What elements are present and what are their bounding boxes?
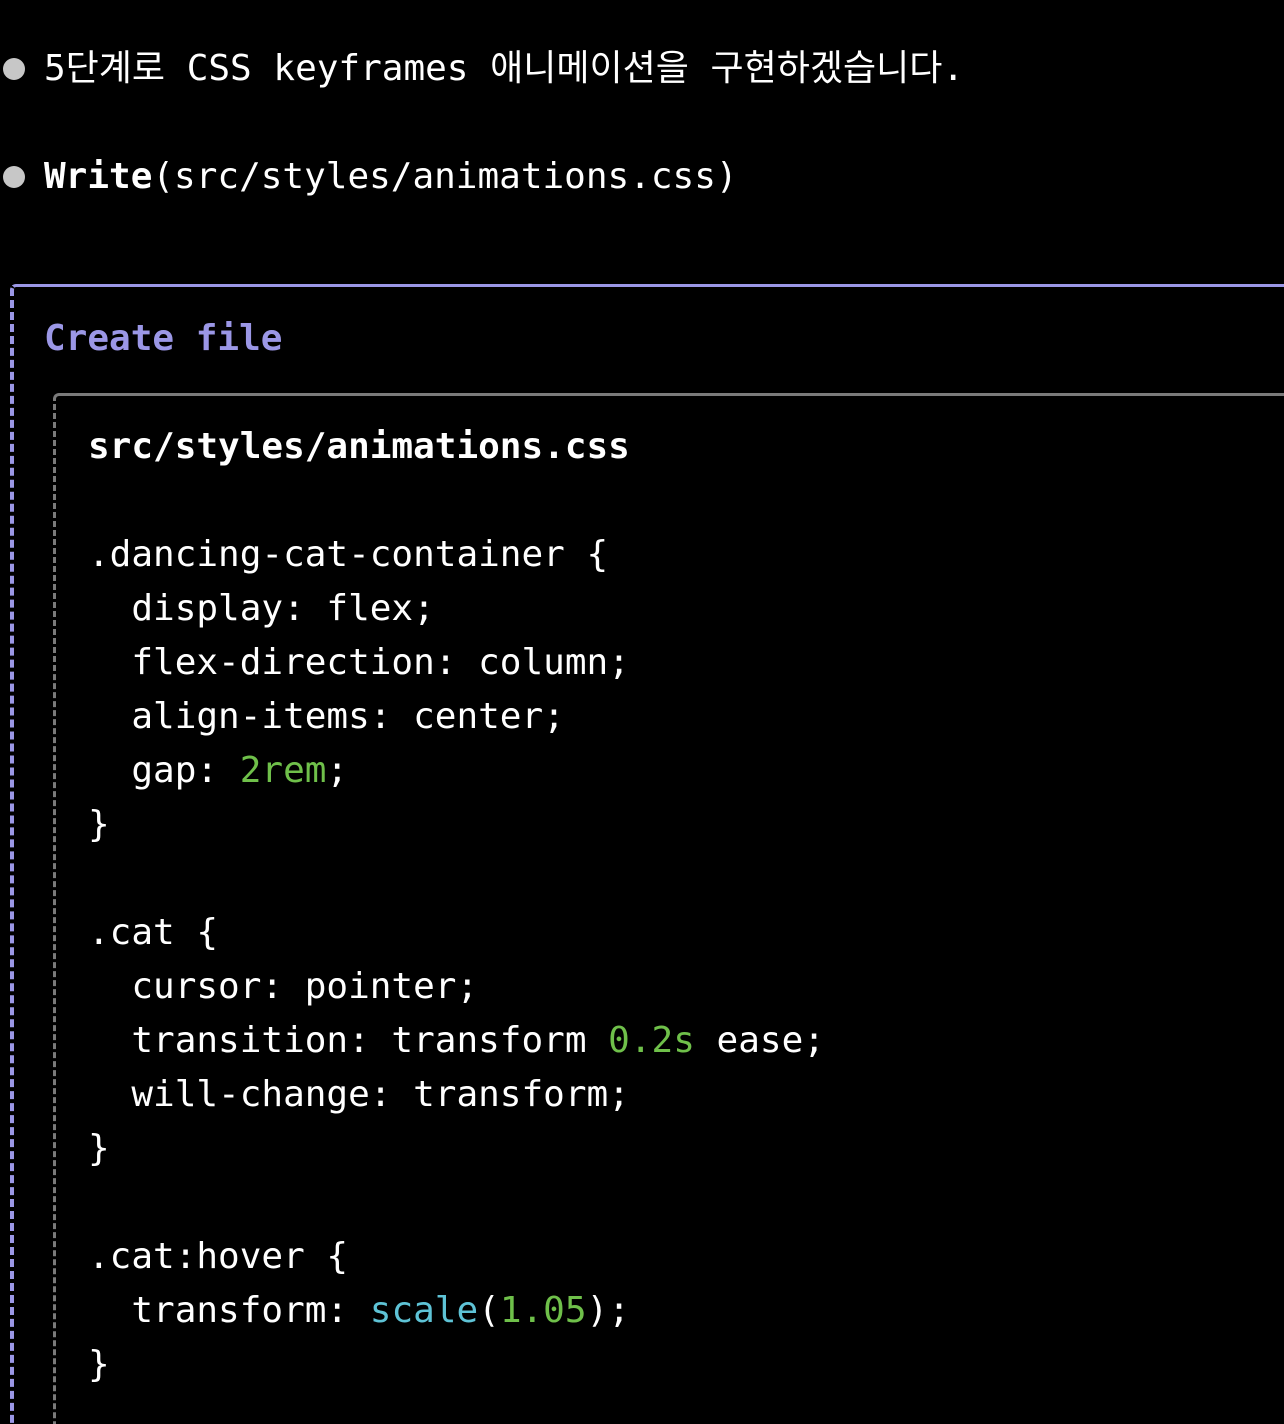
code-text: ; [326,750,349,791]
panel-title: Create file [44,318,283,359]
code-line: } [88,804,110,845]
code-text: ( [478,1290,500,1331]
code-text: ease; [694,1020,825,1061]
file-path: src/styles/animations.css [88,426,630,467]
code-line: transition: transform 0.2s ease; [88,1014,825,1068]
code-line: gap: 2rem; [88,744,348,798]
assistant-message: 5단계로 CSS keyframes 애니메이션을 구현하겠습니다. [44,48,965,89]
code-line: transform: scale(1.05); [88,1284,630,1338]
code-line: } [88,1128,110,1169]
code-line: display: flex; [88,588,435,629]
code-line: will-change: transform; [88,1074,630,1115]
code-text: transform: [88,1290,370,1331]
code-text: transition: transform [88,1020,609,1061]
code-function: scale [369,1290,479,1331]
code-number: 1.05 [499,1290,587,1331]
code-number: 2rem [239,750,327,791]
tool-name: Write [44,156,153,197]
code-line: align-items: center; [88,696,565,737]
code-line: cursor: pointer; [88,966,479,1007]
code-line: .cat:hover { [88,1236,349,1277]
code-line: .dancing-cat-container { [88,534,609,575]
message-bullet-icon [3,58,25,80]
code-line: } [88,1344,110,1385]
tool-call: Write(src/styles/animations.css) [44,150,738,204]
tool-args: (src/styles/animations.css) [152,156,738,197]
code-line: flex-direction: column; [88,642,630,683]
code-number: 0.2s [608,1020,695,1061]
code-text: gap: [88,750,240,791]
code-text: ); [586,1290,630,1331]
code-line: .cat { [88,912,219,953]
tool-call-bullet-icon [3,166,25,188]
